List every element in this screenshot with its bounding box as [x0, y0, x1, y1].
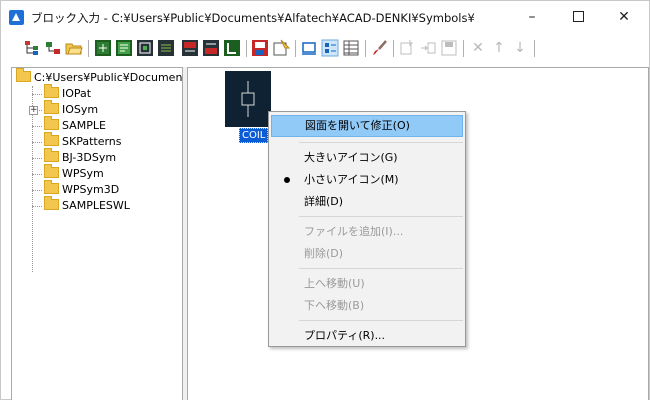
block-grid-icon[interactable]	[157, 39, 175, 57]
title-bar[interactable]: ブロック入力 - C:¥Users¥Public¥Documents¥Alfat…	[1, 1, 649, 33]
rectangle-icon[interactable]	[300, 39, 318, 57]
tree-branch	[32, 189, 42, 191]
folder-icon	[44, 196, 59, 210]
tree-item[interactable]: WPSym3D	[16, 180, 120, 198]
delete-icon: ✕	[472, 40, 484, 56]
coil-symbol-thumbnail[interactable]	[225, 71, 271, 127]
tree-item[interactable]: SAMPLE	[16, 116, 106, 134]
expand-icon[interactable]: +	[29, 106, 38, 115]
radio-bullet-icon	[284, 177, 290, 183]
menu-separator	[299, 320, 463, 321]
maximize-button[interactable]	[555, 1, 601, 33]
toolbar-separator	[365, 40, 366, 57]
coil-symbol-icon	[241, 81, 255, 117]
menu-item-large-icons[interactable]: 大きいアイコン(G)	[271, 147, 463, 169]
tree-item[interactable]: IOPat	[16, 84, 92, 102]
tree-item[interactable]: WPSym	[16, 164, 104, 182]
menu-item-move-down[interactable]: 下へ移動(B)	[271, 295, 463, 317]
tree-branch	[32, 173, 42, 175]
tree-item[interactable]: SAMPLESWL	[16, 196, 130, 214]
folder-icon	[44, 164, 59, 178]
tree-item[interactable]: BJ-3DSym	[16, 148, 117, 166]
folder-tree[interactable]: C:¥Users¥Public¥Document IOPat + IOSym S…	[11, 67, 183, 400]
brush-icon[interactable]	[371, 39, 389, 57]
properties-icon[interactable]	[272, 39, 290, 57]
folder-icon	[44, 180, 59, 194]
tree-item-label: WPSym	[62, 167, 104, 180]
folder-icon	[44, 116, 59, 130]
tree-branch	[32, 205, 42, 207]
window-title: ブロック入力 - C:¥Users¥Public¥Documents¥Alfat…	[31, 11, 475, 25]
move-up-icon: ↑	[493, 40, 505, 56]
tree-item-label: SAMPLE	[62, 119, 106, 132]
menu-item-move-up[interactable]: 上へ移動(U)	[271, 273, 463, 295]
block-save-icon[interactable]	[251, 39, 269, 57]
tree-item-label: SAMPLESWL	[62, 199, 130, 212]
menu-item-details[interactable]: 詳細(D)	[271, 191, 463, 213]
folder-icon	[44, 84, 59, 98]
selected-item-label[interactable]: COIL	[239, 128, 269, 143]
open-folder-icon[interactable]	[65, 39, 83, 57]
toolbar-separator	[534, 40, 535, 57]
toolbar-separator	[295, 40, 296, 57]
toolbar-separator	[393, 40, 394, 57]
menu-item-delete[interactable]: 削除(D)	[271, 243, 463, 265]
small-icon-view-icon[interactable]	[321, 39, 339, 57]
tree-item-label: SKPatterns	[62, 135, 122, 148]
tree-item-label: IOPat	[62, 87, 92, 100]
folder-icon	[44, 132, 59, 146]
menu-item-small-icons-label: 小さいアイコン(M)	[304, 173, 399, 186]
toolbar-separator	[463, 40, 464, 57]
detail-view-icon[interactable]	[342, 39, 360, 57]
block-export-icon[interactable]	[223, 39, 241, 57]
close-button[interactable]: ✕	[601, 1, 647, 33]
block-red-icon[interactable]	[181, 39, 199, 57]
folder-icon	[44, 100, 59, 114]
minimize-button[interactable]: –	[509, 1, 555, 33]
tree-item-label: WPSym3D	[62, 183, 120, 196]
tree-item-label: IOSym	[62, 103, 99, 116]
tree-item[interactable]: SKPatterns	[16, 132, 122, 150]
save-icon	[441, 40, 457, 56]
menu-separator	[299, 268, 463, 269]
block-green-icon[interactable]	[94, 39, 112, 57]
move-file-icon	[421, 42, 436, 54]
toolbar: ✕ ↑ ↓	[1, 35, 649, 63]
toolbar-separator	[88, 40, 89, 57]
menu-item-properties[interactable]: プロパティ(R)...	[271, 325, 463, 347]
tree-root[interactable]: C:¥Users¥Public¥Document	[16, 68, 183, 86]
tree-item[interactable]: + IOSym	[16, 100, 99, 118]
folder-icon	[16, 68, 31, 82]
move-down-icon: ↓	[514, 40, 526, 56]
app-icon	[9, 10, 24, 25]
tree-branch	[32, 157, 42, 159]
block-green-2-icon[interactable]	[115, 39, 133, 57]
block-red-2-icon[interactable]	[202, 39, 220, 57]
context-menu: 図面を開いて修正(O) 大きいアイコン(G) 小さいアイコン(M) 詳細(D) …	[268, 111, 466, 347]
tree-item-label: BJ-3DSym	[62, 151, 117, 164]
menu-item-add-file[interactable]: ファイルを追加(I)...	[271, 221, 463, 243]
add-file-icon	[400, 40, 413, 55]
tree-branch	[32, 93, 42, 95]
tree-branch	[32, 125, 42, 127]
block-input-window: ブロック入力 - C:¥Users¥Public¥Documents¥Alfat…	[0, 0, 650, 400]
tree-icon[interactable]	[44, 39, 62, 57]
block-box-icon[interactable]	[136, 39, 154, 57]
menu-separator	[299, 142, 463, 143]
hierarchy-icon[interactable]	[23, 39, 41, 57]
menu-item-small-icons[interactable]: 小さいアイコン(M)	[271, 169, 463, 191]
menu-separator	[299, 216, 463, 217]
tree-branch	[32, 141, 42, 143]
maximize-icon	[572, 10, 584, 22]
menu-item-open-and-edit[interactable]: 図面を開いて修正(O)	[271, 115, 463, 137]
tree-root-label: C:¥Users¥Public¥Document	[34, 71, 183, 84]
toolbar-separator	[246, 40, 247, 57]
folder-icon	[44, 148, 59, 162]
